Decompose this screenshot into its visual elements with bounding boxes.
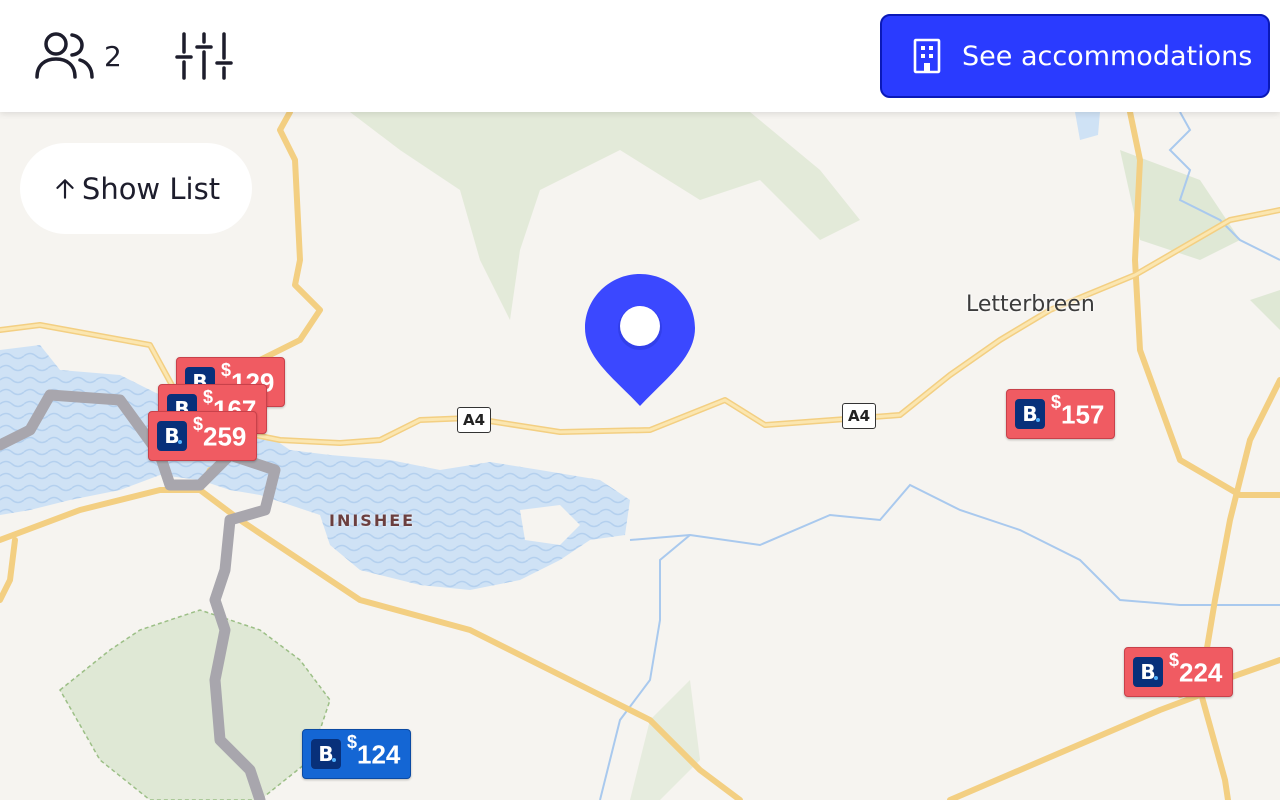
show-list-button[interactable]: Show List <box>20 143 252 234</box>
place-label-letterbreen: Letterbreen <box>966 292 1095 317</box>
building-icon <box>913 38 941 74</box>
guests-count: 2 <box>104 39 122 73</box>
see-accommodations-button[interactable]: See accommodations <box>880 14 1270 98</box>
see-accommodations-label: See accommodations <box>962 40 1253 72</box>
booking-logo-icon: B <box>311 739 341 769</box>
top-bar: 2 See accommodations <box>0 0 1280 112</box>
price-marker[interactable]: B $124 <box>302 729 412 779</box>
users-icon <box>35 32 94 79</box>
price-label: $259 <box>193 413 247 452</box>
booking-logo-icon: B <box>1133 657 1163 687</box>
price-marker[interactable]: B $259 <box>148 411 258 461</box>
road-shield-a4: A4 <box>842 403 877 429</box>
arrow-up-icon <box>56 178 74 199</box>
price-label: $224 <box>1169 649 1223 688</box>
guests-button[interactable]: 2 <box>34 28 122 84</box>
filters-button[interactable] <box>172 28 236 84</box>
sliders-icon <box>175 32 233 80</box>
price-label: $157 <box>1051 391 1105 430</box>
island-label-inishee: INISHEE <box>329 511 416 530</box>
road-shield-a4: A4 <box>457 407 492 433</box>
price-marker[interactable]: B $157 <box>1006 389 1116 439</box>
price-marker[interactable]: B $224 <box>1124 647 1234 697</box>
price-label: $124 <box>347 731 401 770</box>
show-list-label: Show List <box>81 171 221 206</box>
booking-logo-icon: B <box>157 421 187 451</box>
map-pin-icon[interactable] <box>585 274 695 408</box>
booking-logo-icon: B <box>1015 399 1045 429</box>
